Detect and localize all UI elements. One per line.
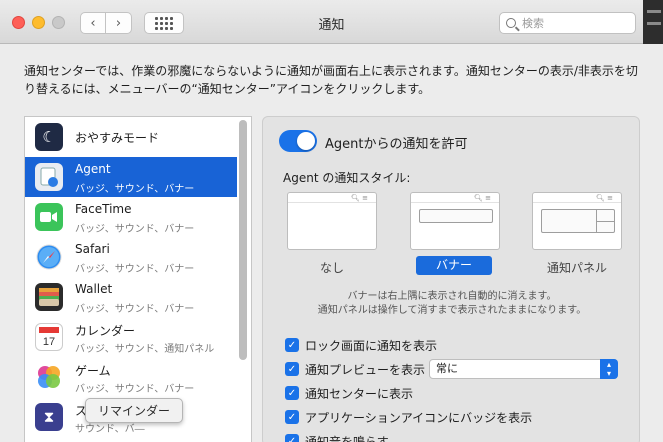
style-note-line-2: 通知パネルは操作して消すまで表示されたままになります。 [317, 305, 587, 316]
menubar-icon: 🔍︎ ≡ [474, 194, 491, 202]
preview-select-value: 常に [436, 362, 458, 375]
allow-notifications-label: Agentからの通知を許可 [325, 137, 468, 152]
tooltip: リマインダー [85, 398, 184, 423]
list-scrollbar[interactable] [239, 120, 247, 360]
style-option-alert[interactable]: 🔍︎ ≡ [532, 192, 622, 250]
app-alert-summary: バッジ、サウンド、バナー [75, 184, 195, 195]
checkmark-icon[interactable]: ✓ [285, 338, 299, 352]
list-item-agent[interactable]: Agent バッジ、サウンド、バナー [25, 157, 237, 197]
style-option-banner[interactable]: 🔍︎ ≡ [410, 192, 500, 250]
background-window-edge [643, 0, 663, 44]
option-label: 通知音を鳴らす [305, 434, 389, 442]
allow-notifications-toggle[interactable] [279, 130, 317, 152]
app-name: ゲーム [75, 364, 111, 378]
style-option-none[interactable]: 🔍︎ ≡ [287, 192, 377, 250]
app-name: カレンダー [75, 324, 136, 338]
moon-icon: ☾ [35, 123, 63, 151]
preview-select[interactable]: 常に ▴ ▾ [429, 359, 618, 379]
agent-icon [35, 163, 63, 191]
list-item-do-not-disturb[interactable]: ☾ おやすみモード [25, 117, 237, 157]
safari-icon [35, 243, 63, 271]
option-label: 通知プレビューを表示 [305, 362, 426, 377]
description-text: 通知センターでは、作業の邪魔にならないように通知が画面右上に表示されます。通知セ… [24, 64, 638, 96]
app-list[interactable]: ☾ おやすみモード Agent バッジ、サウンド、バナー FaceTime バッ… [24, 116, 252, 442]
style-note-line-1: バナーは右上隅に表示され自動的に消えます。 [347, 291, 557, 302]
app-alert-summary: バッジ、サウンド、バナー [75, 224, 195, 235]
app-alert-summary: バッジ、サウンド、バナー [75, 304, 195, 315]
option-label: アプリケーションアイコンにバッジを表示 [305, 410, 533, 425]
app-name: Safari [75, 242, 110, 256]
option-badge-icon[interactable]: ✓ アプリケーションアイコンにバッジを表示 [285, 408, 532, 426]
checkmark-icon[interactable]: ✓ [285, 386, 299, 400]
option-notification-center[interactable]: ✓ 通知センターに表示 [285, 384, 413, 402]
game-center-icon [35, 363, 63, 391]
menubar-icon: 🔍︎ ≡ [351, 194, 368, 202]
option-lock-screen[interactable]: ✓ ロック画面に通知を表示 [285, 336, 437, 354]
list-item-game-center[interactable]: ゲーム バッジ、サウンド、バナー [25, 357, 237, 397]
search-icon [506, 18, 516, 28]
updown-chevron-icon: ▴ ▾ [600, 359, 618, 379]
style-label-banner[interactable]: バナー [416, 256, 492, 275]
svg-text:17: 17 [43, 336, 55, 348]
style-label-none[interactable]: なし [287, 259, 377, 276]
preferences-window: ‹ › 通知 検索 通知センターでは、作業の邪魔にならないように通知が画面右上に… [0, 0, 663, 442]
app-alert-summary: バッジ、サウンド、通知パネル [75, 344, 215, 355]
app-name: Agent [75, 162, 111, 176]
style-note: バナーは右上隅に表示され自動的に消えます。 通知パネルは操作して消すまで表示され… [263, 290, 641, 318]
search-placeholder: 検索 [522, 17, 544, 30]
option-label: 通知センターに表示 [305, 386, 414, 401]
menubar-icon: 🔍︎ ≡ [596, 194, 613, 202]
option-play-sound[interactable]: ✓ 通知音を鳴らす [285, 432, 389, 442]
checkmark-icon[interactable]: ✓ [285, 362, 299, 376]
list-item-wallet[interactable]: Wallet バッジ、サウンド、バナー [25, 277, 237, 317]
style-label-alert[interactable]: 通知パネル [532, 259, 622, 276]
app-alert-summary: バッジ、サウンド、バナー [75, 384, 195, 395]
app-name: FaceTime [75, 202, 132, 216]
title-bar: ‹ › 通知 検索 [0, 0, 663, 44]
facetime-icon [35, 203, 63, 231]
alert-style-title: Agent の通知スタイル: [283, 171, 411, 185]
search-field[interactable]: 検索 [499, 12, 636, 34]
list-item-facetime[interactable]: FaceTime バッジ、サウンド、バナー [25, 197, 237, 237]
app-alert-summary: バッジ、サウンド、バナー [75, 264, 195, 275]
app-name: おやすみモード [75, 131, 160, 145]
checkmark-icon[interactable]: ✓ [285, 410, 299, 424]
checkmark-icon[interactable]: ✓ [285, 434, 299, 442]
app-name: Wallet [75, 282, 113, 296]
notification-settings-panel: Agentからの通知を許可 Agent の通知スタイル: 🔍︎ ≡ 🔍︎ ≡ 🔍… [262, 116, 640, 442]
list-item-safari[interactable]: Safari バッジ、サウンド、バナー [25, 237, 237, 277]
calendar-icon: 17 [35, 323, 63, 351]
hourglass-icon: ⧗ [35, 403, 63, 431]
list-item-calendar[interactable]: 17 カレンダー バッジ、サウンド、通知パネル [25, 317, 237, 357]
option-label: ロック画面に通知を表示 [305, 338, 438, 353]
wallet-icon [35, 283, 63, 311]
option-show-preview[interactable]: ✓ 通知プレビューを表示 [285, 360, 425, 378]
